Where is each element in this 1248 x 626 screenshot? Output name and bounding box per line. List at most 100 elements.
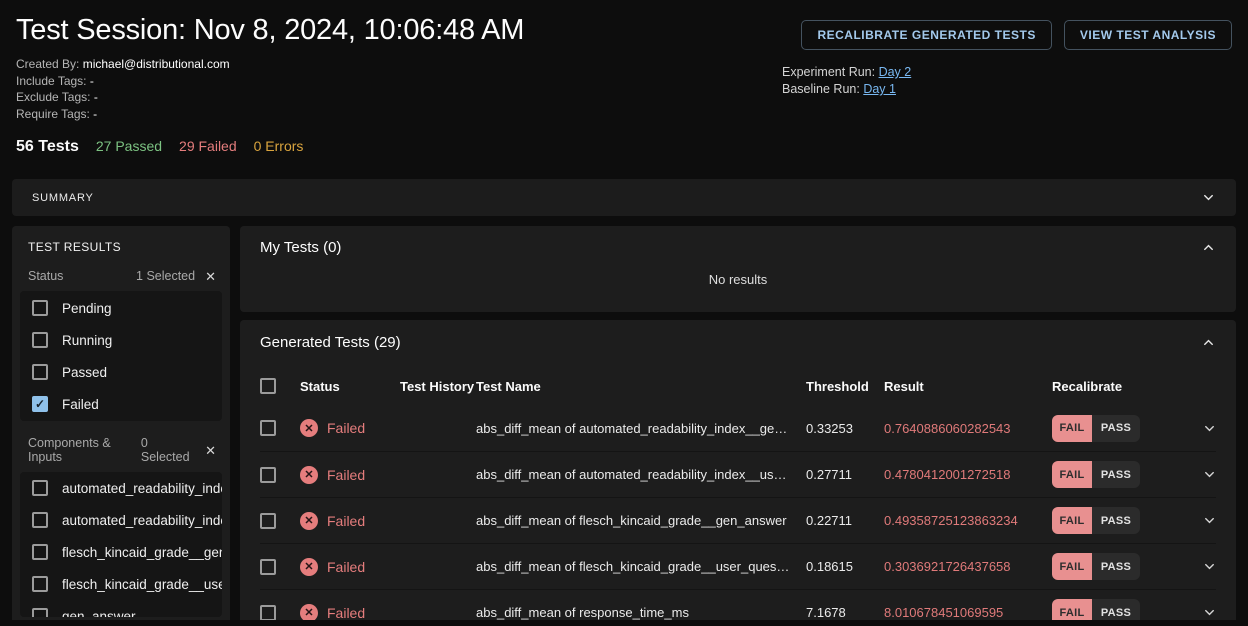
filter-option-running[interactable]: Running xyxy=(20,324,222,356)
status-selected-count: 1 Selected xyxy=(136,269,195,283)
row-checkbox[interactable] xyxy=(260,513,276,529)
filter-option-passed[interactable]: Passed xyxy=(20,356,222,388)
fail-button[interactable]: FAIL xyxy=(1052,553,1092,580)
status-clear-icon[interactable]: ✕ xyxy=(205,270,216,283)
filters-sidebar: TEST RESULTS Status 1 Selected ✕ Pending … xyxy=(12,226,230,620)
column-header-status: Status xyxy=(300,379,400,394)
header-actions: RECALIBRATE GENERATED TESTS VIEW TEST AN… xyxy=(782,20,1232,50)
checkbox-unchecked[interactable] xyxy=(32,300,48,316)
column-header-test-name: Test Name xyxy=(476,379,806,394)
status-cell: ✕ Failed xyxy=(300,604,400,621)
generated-tests-panel: Generated Tests (29) Status Test History… xyxy=(240,320,1236,620)
failed-circle-x-icon: ✕ xyxy=(300,512,318,530)
filter-option-component[interactable]: flesch_kincaid_grade__gen_answer xyxy=(20,536,222,568)
require-tags-line: Require Tags: - xyxy=(16,106,524,123)
recalibrate-toggle: FAIL PASS xyxy=(1052,415,1202,442)
table-body: ✕ Failed abs_diff_mean of automated_read… xyxy=(260,405,1216,620)
filter-option-label: Running xyxy=(62,333,222,348)
filter-option-pending[interactable]: Pending xyxy=(20,292,222,324)
baseline-run-link[interactable]: Day 1 xyxy=(863,82,896,96)
status-filter-list: Pending Running Passed ✓ Failed xyxy=(20,291,222,421)
threshold-value: 0.18615 xyxy=(806,559,884,574)
filter-option-label: Passed xyxy=(62,365,222,380)
test-name: abs_diff_mean of flesch_kincaid_grade__g… xyxy=(476,513,806,528)
filter-option-label: flesch_kincaid_grade__user_question xyxy=(62,577,222,592)
checkbox-unchecked[interactable] xyxy=(32,544,48,560)
experiment-run-link[interactable]: Day 2 xyxy=(879,65,912,79)
chevron-down-icon[interactable] xyxy=(1201,190,1216,205)
row-checkbox[interactable] xyxy=(260,605,276,621)
checkbox-unchecked[interactable] xyxy=(32,480,48,496)
header-left: Test Session: Nov 8, 2024, 10:06:48 AM C… xyxy=(16,14,524,122)
no-results-text: No results xyxy=(260,272,1216,287)
chevron-down-icon[interactable] xyxy=(1202,605,1217,620)
fail-button[interactable]: FAIL xyxy=(1052,599,1092,620)
filter-option-component[interactable]: gen_answer xyxy=(20,600,222,617)
column-header-result: Result xyxy=(884,379,1052,394)
chevron-down-icon[interactable] xyxy=(1202,467,1217,482)
errors-count: 0 Errors xyxy=(254,138,304,154)
pass-button[interactable]: PASS xyxy=(1092,415,1140,442)
filter-option-label: Pending xyxy=(62,301,222,316)
recalibrate-toggle: FAIL PASS xyxy=(1052,507,1202,534)
header-right: RECALIBRATE GENERATED TESTS VIEW TEST AN… xyxy=(782,14,1232,122)
checkbox-unchecked[interactable] xyxy=(32,608,48,617)
table-row: ✕ Failed abs_diff_mean of automated_read… xyxy=(260,451,1216,497)
failed-circle-x-icon: ✕ xyxy=(300,604,318,621)
my-tests-panel: My Tests (0) No results xyxy=(240,226,1236,312)
checkbox-unchecked[interactable] xyxy=(32,364,48,380)
components-clear-icon[interactable]: ✕ xyxy=(205,444,216,457)
recalibrate-generated-tests-button[interactable]: RECALIBRATE GENERATED TESTS xyxy=(801,20,1051,50)
pass-button[interactable]: PASS xyxy=(1092,507,1140,534)
filter-option-component[interactable]: automated_readability_index__user_questi… xyxy=(20,504,222,536)
fail-button[interactable]: FAIL xyxy=(1052,415,1092,442)
summary-accordion[interactable]: SUMMARY xyxy=(12,179,1236,216)
result-value: 0.4780412001272518 xyxy=(884,467,1052,482)
filter-option-failed[interactable]: ✓ Failed xyxy=(20,388,222,420)
chevron-up-icon[interactable] xyxy=(1201,335,1216,350)
chevron-down-icon[interactable] xyxy=(1202,559,1217,574)
chevron-down-icon[interactable] xyxy=(1202,513,1217,528)
components-selected-count: 0 Selected xyxy=(141,436,195,464)
filter-option-component[interactable]: automated_readability_index__gen_answer xyxy=(20,472,222,504)
pass-button[interactable]: PASS xyxy=(1092,553,1140,580)
session-meta: Created By: michael@distributional.com I… xyxy=(16,56,524,122)
test-name: abs_diff_mean of automated_readability_i… xyxy=(476,421,806,436)
chevron-up-icon[interactable] xyxy=(1201,240,1216,255)
checkbox-checked[interactable]: ✓ xyxy=(32,396,48,412)
test-session-page: Test Session: Nov 8, 2024, 10:06:48 AM C… xyxy=(0,0,1248,626)
require-tags-value: - xyxy=(93,107,97,121)
failed-circle-x-icon: ✕ xyxy=(300,419,318,437)
filter-option-component[interactable]: flesch_kincaid_grade__user_question xyxy=(20,568,222,600)
chevron-down-icon[interactable] xyxy=(1202,421,1217,436)
my-tests-header[interactable]: My Tests (0) xyxy=(260,239,1216,256)
view-test-analysis-button[interactable]: VIEW TEST ANALYSIS xyxy=(1064,20,1232,50)
select-all-checkbox[interactable] xyxy=(260,378,276,394)
page-header: Test Session: Nov 8, 2024, 10:06:48 AM C… xyxy=(0,0,1248,122)
recalibrate-toggle: FAIL PASS xyxy=(1052,461,1202,488)
status-cell: ✕ Failed xyxy=(300,512,400,530)
pass-button[interactable]: PASS xyxy=(1092,599,1140,620)
pass-button[interactable]: PASS xyxy=(1092,461,1140,488)
generated-tests-title: Generated Tests (29) xyxy=(260,334,401,351)
include-tags-value: - xyxy=(90,74,94,88)
checkbox-unchecked[interactable] xyxy=(32,332,48,348)
status-label: Failed xyxy=(327,605,365,621)
row-checkbox[interactable] xyxy=(260,420,276,436)
fail-button[interactable]: FAIL xyxy=(1052,461,1092,488)
sidebar-title: TEST RESULTS xyxy=(20,240,222,254)
page-title: Test Session: Nov 8, 2024, 10:06:48 AM xyxy=(16,14,524,47)
fail-button[interactable]: FAIL xyxy=(1052,507,1092,534)
checkbox-unchecked[interactable] xyxy=(32,512,48,528)
test-name: abs_diff_mean of flesch_kincaid_grade__u… xyxy=(476,559,806,574)
row-checkbox[interactable] xyxy=(260,467,276,483)
checkbox-unchecked[interactable] xyxy=(32,576,48,592)
generated-tests-header[interactable]: Generated Tests (29) xyxy=(260,334,1216,351)
status-label: Failed xyxy=(327,513,365,529)
row-checkbox[interactable] xyxy=(260,559,276,575)
result-value: 0.3036921726437658 xyxy=(884,559,1052,574)
table-row: ✕ Failed abs_diff_mean of flesch_kincaid… xyxy=(260,543,1216,589)
status-filter-label: Status xyxy=(28,269,63,283)
column-header-test-history: Test History xyxy=(400,379,476,394)
test-name: abs_diff_mean of response_time_ms xyxy=(476,605,806,620)
